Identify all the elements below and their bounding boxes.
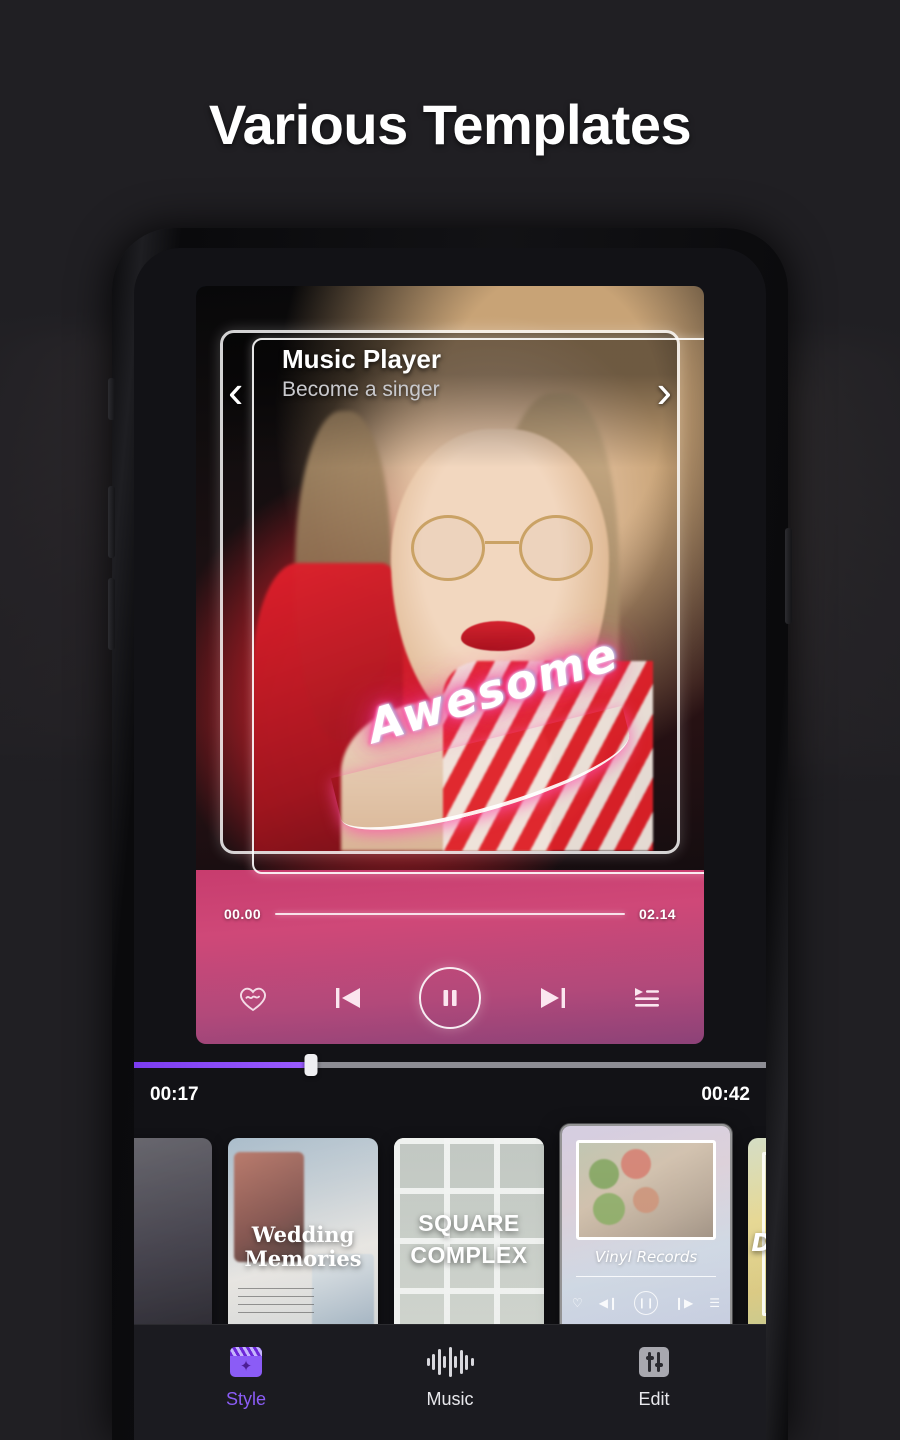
- preview-card-title: Music Player: [282, 344, 441, 374]
- template-thumbnail-square[interactable]: SQUARE COMPLEX: [394, 1138, 544, 1338]
- app-screenshot: Various Templates Awesome ‹ › Music Play…: [0, 0, 900, 1440]
- seek-total-time: 02.14: [638, 906, 676, 922]
- waveform-icon: [426, 1345, 474, 1379]
- nav-item-edit[interactable]: Edit: [611, 1345, 697, 1410]
- bottom-navigation-bar: Style Music Edit: [134, 1324, 766, 1440]
- nav-label-edit: Edit: [638, 1389, 670, 1409]
- thumbnail-overlay: [748, 1138, 766, 1338]
- thumbnail-overlay: [394, 1138, 544, 1338]
- thumbnail-overlay: [562, 1126, 730, 1350]
- photo-frame: Awesome: [220, 330, 680, 854]
- next-template-arrow-icon[interactable]: ›: [657, 368, 672, 414]
- timeline-handle[interactable]: [304, 1054, 318, 1076]
- template-thumbnail-daydream[interactable]: Daydream: [748, 1138, 766, 1338]
- phone-volume-down-button: [108, 578, 115, 650]
- playlist-button[interactable]: [624, 975, 670, 1021]
- seek-bar[interactable]: [275, 913, 625, 915]
- seek-current-time: 00.00: [224, 906, 262, 922]
- clapperboard-icon: [229, 1345, 263, 1379]
- phone-volume-up-button: [108, 486, 115, 558]
- nav-label-music: Music: [426, 1389, 474, 1409]
- equalizer-icon: [637, 1345, 671, 1379]
- nav-label-style: Style: [225, 1389, 267, 1409]
- prev-template-arrow-icon[interactable]: ‹: [228, 368, 243, 414]
- preview-player-controls: [196, 958, 704, 1038]
- template-preview-card[interactable]: Awesome ‹ › Music Player Become a singer…: [196, 286, 704, 1044]
- phone-screen: Awesome ‹ › Music Player Become a singer…: [134, 248, 766, 1440]
- timeline-end-time: 00:42: [701, 1084, 750, 1105]
- template-thumbnail-vinyl[interactable]: Vinyl Records ♡◀❙ ❙❙ ❙▶☰: [560, 1124, 732, 1352]
- page-title: Various Templates: [208, 93, 692, 156]
- template-thumbnail-wedding[interactable]: Wedding Memories: [228, 1138, 378, 1338]
- thumbnail-overlay: [134, 1138, 212, 1338]
- nav-item-music[interactable]: Music: [407, 1345, 493, 1410]
- template-thumbnail-edge-left[interactable]: [134, 1138, 212, 1338]
- template-thumbnail-strip[interactable]: Wedding Memories SQUARE COMPLEX: [134, 1120, 766, 1356]
- play-pause-button[interactable]: [419, 967, 481, 1029]
- photo-inner: Awesome: [223, 333, 677, 851]
- timeline-times: 00:17 00:42: [134, 1084, 766, 1106]
- favorite-button[interactable]: [230, 975, 276, 1021]
- timeline[interactable]: 00:17 00:42: [134, 1048, 766, 1126]
- timeline-start-time: 00:17: [150, 1084, 199, 1105]
- previous-track-button[interactable]: [325, 975, 371, 1021]
- timeline-progress-fill: [134, 1062, 311, 1068]
- phone-mockup: Awesome ‹ › Music Player Become a singer…: [108, 228, 792, 1440]
- phone-mute-switch: [108, 378, 115, 420]
- thumbnail-overlay: [228, 1138, 378, 1338]
- preview-card-subtitle: Become a singer: [282, 378, 440, 401]
- next-track-button[interactable]: [530, 975, 576, 1021]
- preview-seek-row: 00.00 02.14: [196, 900, 704, 928]
- phone-power-button: [785, 528, 792, 624]
- nav-item-style[interactable]: Style: [203, 1345, 289, 1410]
